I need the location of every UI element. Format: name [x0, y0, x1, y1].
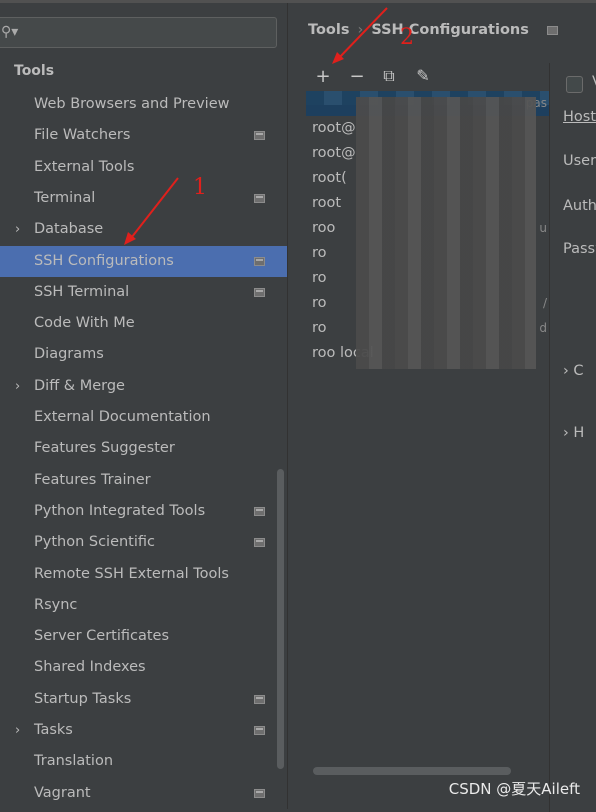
arrow-1 [127, 177, 179, 243]
annotation-arrows [124, 7, 388, 245]
annotation-1: 1 [193, 175, 207, 200]
annotation-2: 2 [400, 25, 414, 50]
arrow-2 [336, 7, 388, 61]
watermark: CSDN @夏天Aileft [448, 780, 580, 798]
